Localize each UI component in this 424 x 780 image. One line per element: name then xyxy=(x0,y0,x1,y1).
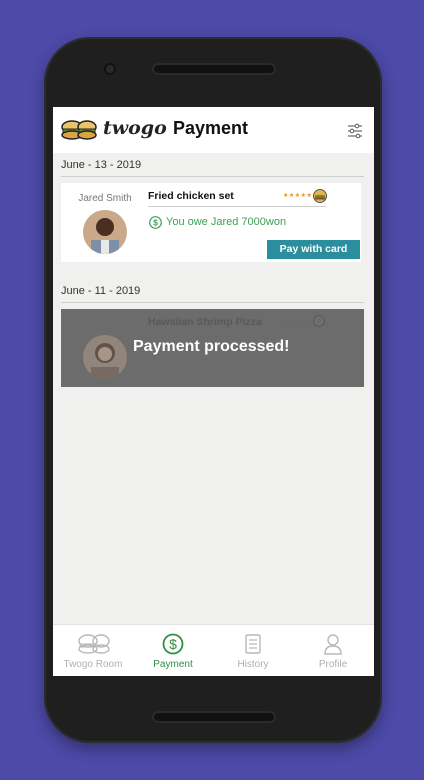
sandwich-icon xyxy=(78,634,110,654)
scroll-icon xyxy=(245,634,261,654)
logo-text: twogo xyxy=(103,117,167,139)
app-header: twogo Payment xyxy=(53,107,374,153)
meal-underline xyxy=(148,206,326,207)
status-message: Payment processed! xyxy=(133,338,290,355)
sandwich-icon xyxy=(313,189,327,203)
payment-processed-overlay: Karen Davis Hawaiian Shrimp Pizza ★★★★★ … xyxy=(61,309,364,387)
filter-icon[interactable] xyxy=(347,123,363,139)
date-label: June - 11 - 2019 xyxy=(61,285,141,297)
svg-text:$: $ xyxy=(153,218,158,228)
person-name: Karen Davis xyxy=(77,319,133,330)
person-name: Jared Smith xyxy=(78,193,132,204)
nav-item-history[interactable]: History xyxy=(213,625,293,676)
sandwich-logo-icon xyxy=(61,120,97,140)
meal-name: Fried chicken set xyxy=(148,190,234,202)
nav-item-profile[interactable]: Profile xyxy=(293,625,373,676)
meal-name: Hawaiian Shrimp Pizza xyxy=(148,316,262,328)
divider xyxy=(61,176,364,177)
payment-card: Jared Smith Fried chicken set ★★★★★ $ Yo… xyxy=(61,183,361,262)
avatar xyxy=(83,210,127,254)
nav-item-payment[interactable]: $ Payment xyxy=(133,625,213,676)
bottom-nav: Twogo Room $ Payment History Profile xyxy=(53,624,374,676)
rating-stars: ★★★★★ xyxy=(283,193,313,199)
camera-lens xyxy=(104,63,116,75)
profile-icon xyxy=(324,634,342,655)
dollar-icon: $ xyxy=(162,633,184,655)
avatar xyxy=(83,335,127,379)
owe-text: You owe Jared 7000won xyxy=(166,216,287,228)
nav-item-twogo-room[interactable]: Twogo Room xyxy=(53,625,133,676)
pay-with-card-button[interactable]: Pay with card xyxy=(267,240,360,259)
nav-label: Payment xyxy=(153,659,193,670)
app-screen: twogo Payment June - 13 - 2019 Jared Smi… xyxy=(53,107,374,676)
pizza-icon xyxy=(313,315,325,327)
nav-label: History xyxy=(237,659,269,670)
nav-label: Profile xyxy=(318,659,348,670)
rating-stars: ★★★★★ xyxy=(283,319,310,325)
svg-text:$: $ xyxy=(169,636,177,652)
divider xyxy=(61,302,364,303)
top-speaker xyxy=(152,63,276,75)
nav-label: Twogo Room xyxy=(63,659,123,670)
bottom-speaker xyxy=(152,711,276,723)
dollar-icon: $ xyxy=(149,216,162,229)
page-title: Payment xyxy=(173,118,249,138)
date-label: June - 13 - 2019 xyxy=(61,159,142,171)
